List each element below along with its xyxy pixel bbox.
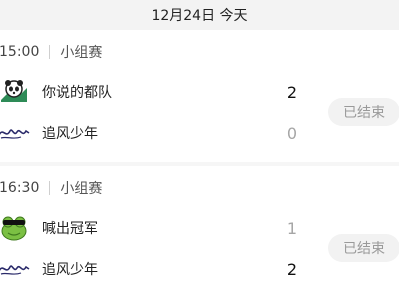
header-divider <box>49 181 51 195</box>
match-stage: 小组赛 <box>60 181 103 197</box>
team-score: 2 <box>286 82 298 102</box>
match-card[interactable]: 16:30 小组赛 喊出冠军 1 追风少年 2 已结束 <box>0 166 399 298</box>
script-logo-icon <box>0 255 30 283</box>
frog-logo-icon <box>0 214 30 242</box>
team-score: 2 <box>286 259 298 279</box>
match-time: 15:00 <box>0 44 40 60</box>
match-header: 16:30 小组赛 <box>0 178 102 198</box>
date-header: 12月24日 今天 <box>0 0 399 30</box>
panda-logo-icon <box>0 78 30 106</box>
team-name: 喊出冠军 <box>42 221 98 237</box>
match-time: 16:30 <box>0 180 40 196</box>
team-name: 追风少年 <box>42 262 98 278</box>
header-divider <box>49 45 51 59</box>
team-row: 喊出冠军 1 <box>0 213 320 243</box>
match-card[interactable]: 15:00 小组赛 你说的都队 2 追风少年 0 已结束 <box>0 30 399 162</box>
team-name: 你说的都队 <box>42 85 112 101</box>
match-stage: 小组赛 <box>60 45 103 61</box>
team-row: 追风少年 2 <box>0 254 320 284</box>
date-header-label: 12月24日 今天 <box>151 8 248 24</box>
team-name: 追风少年 <box>42 126 98 142</box>
match-header: 15:00 小组赛 <box>0 42 102 62</box>
team-row: 追风少年 0 <box>0 118 320 148</box>
team-row: 你说的都队 2 <box>0 77 320 107</box>
team-score: 1 <box>286 218 298 238</box>
match-status-button[interactable]: 已结束 <box>328 234 399 262</box>
script-logo-icon <box>0 119 30 147</box>
team-score: 0 <box>286 123 298 143</box>
match-status-button[interactable]: 已结束 <box>328 98 399 126</box>
